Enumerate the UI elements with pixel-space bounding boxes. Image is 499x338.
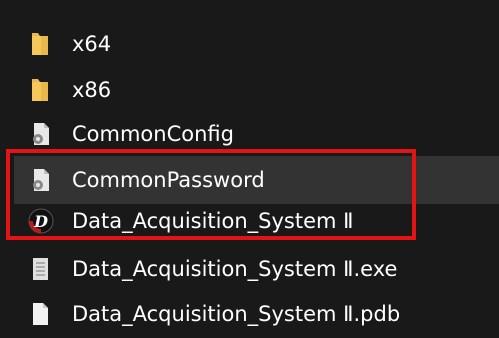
file-name: x86 xyxy=(72,78,112,102)
file-row-data-acquisition-pdb[interactable]: Data_Acquisition_System Ⅱ.pdb xyxy=(14,290,499,338)
file-name: x64 xyxy=(72,32,112,56)
file-row-data-acquisition-app[interactable]: D Data_Acquisition_System Ⅱ xyxy=(14,197,499,245)
file-name: Data_Acquisition_System Ⅱ xyxy=(72,209,354,233)
exe-file-icon xyxy=(28,256,52,282)
file-name: Data_Acquisition_System Ⅱ.exe xyxy=(72,257,398,281)
file-row-x64[interactable]: x64 xyxy=(14,20,499,68)
file-row-data-acquisition-exe[interactable]: Data_Acquisition_System Ⅱ.exe xyxy=(14,245,499,293)
folder-icon xyxy=(28,31,52,57)
file-row-x86[interactable]: x86 xyxy=(14,66,499,114)
file-name: CommonConfig xyxy=(72,122,234,146)
file-icon xyxy=(28,301,52,327)
file-name: CommonPassword xyxy=(72,168,265,192)
file-name: Data_Acquisition_System Ⅱ.pdb xyxy=(72,302,401,326)
file-row-commonconfig[interactable]: CommonConfig xyxy=(14,110,499,158)
app-d-icon: D xyxy=(28,208,54,234)
folder-icon xyxy=(28,77,52,103)
config-file-icon xyxy=(28,167,52,193)
svg-text:D: D xyxy=(33,212,48,231)
config-file-icon xyxy=(28,121,52,147)
file-list: x64 x86 CommonConfig CommonPassword D Da… xyxy=(0,0,499,334)
